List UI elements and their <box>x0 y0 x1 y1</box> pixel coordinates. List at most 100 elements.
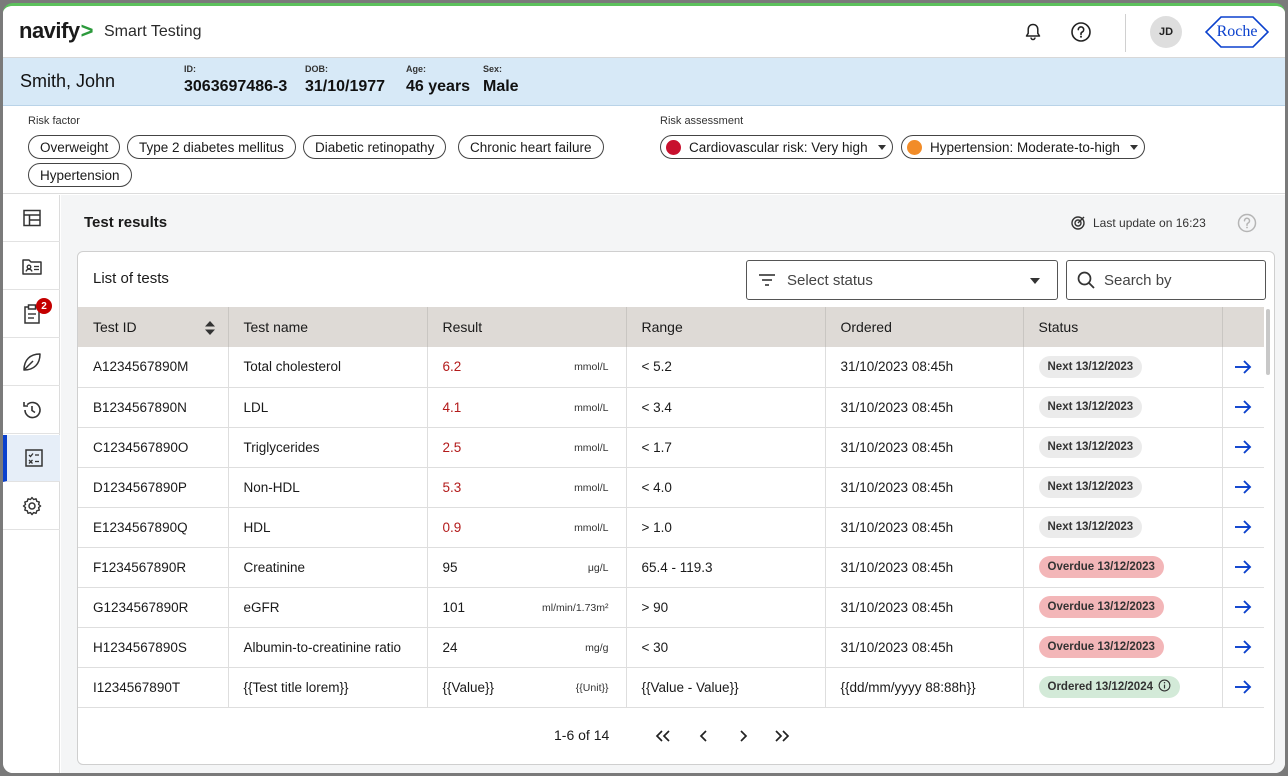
status-select[interactable]: Select status <box>746 260 1058 300</box>
status-badge-text: Overdue 13/12/2023 <box>1047 561 1155 573</box>
status-badge: Overdue 13/12/2023 <box>1038 596 1164 618</box>
table-row[interactable]: I1234567890T {{Test title lorem}} {{Value}… <box>78 667 1264 708</box>
cell-result: 4.1 mmol/L <box>427 387 627 428</box>
table-row[interactable]: G1234567890R eGFR 101 ml/min/1.73m² > 90 31/1… <box>78 587 1264 628</box>
cell-test-name: LDL <box>228 387 428 428</box>
cell-action <box>1222 587 1264 628</box>
patient-card-icon <box>21 259 42 275</box>
patient-dob-label: DOB: <box>305 64 328 74</box>
user-avatar[interactable]: JD <box>1150 16 1182 48</box>
arrow-right-icon[interactable] <box>1233 399 1253 415</box>
patient-sex-value: Male <box>483 78 519 95</box>
roche-logo: Roche <box>1204 16 1270 48</box>
page-title: Test results <box>84 214 168 231</box>
cell-status: Next 13/12/2023 <box>1023 467 1223 508</box>
sidebar-item-settings[interactable] <box>3 483 60 530</box>
bell-icon[interactable] <box>1021 20 1045 44</box>
moderate-high-dot-icon <box>907 139 922 155</box>
table-scrollbar[interactable] <box>1266 309 1270 375</box>
table-row[interactable]: C1234567890O Triglycerides 2.5 mmol/L < 1.7 3… <box>78 427 1264 468</box>
sidebar-item-orders[interactable]: 2 <box>3 291 60 338</box>
status-badge: Next 13/12/2023 <box>1038 355 1143 378</box>
cell-ordered: 31/10/2023 08:45h <box>825 627 1024 668</box>
sort-icon[interactable] <box>204 320 216 336</box>
col-range[interactable]: Range <box>626 307 826 347</box>
status-select-placeholder: Select status <box>787 271 873 289</box>
search-icon <box>1077 271 1095 289</box>
col-test-id[interactable]: Test ID <box>78 307 229 347</box>
table-row[interactable]: H1234567890S Albumin-to-creatinine ratio 2… <box>78 627 1264 668</box>
patient-id-label: ID: <box>184 64 196 74</box>
result-unit: mg/g <box>585 641 609 654</box>
patient-id: ID: 3063697486-3 <box>184 64 287 96</box>
hypertension-risk-dropdown[interactable]: Hypertension: Moderate-to-high <box>901 135 1145 159</box>
col-status[interactable]: Status <box>1023 307 1223 347</box>
search-box[interactable] <box>1066 260 1266 300</box>
first-page-button[interactable] <box>653 726 673 746</box>
cell-result: 6.2 mmol/L <box>427 347 627 388</box>
arrow-right-icon[interactable] <box>1233 439 1253 455</box>
cell-range: 65.4 - 119.3 <box>626 547 826 588</box>
cell-result: 2.5 mmol/L <box>427 427 627 468</box>
table-row[interactable]: A1234567890M Total cholesterol 6.2 mmol/L < … <box>78 347 1264 388</box>
pagination-range: 1-6 of 14 <box>554 727 610 743</box>
col-ordered[interactable]: Ordered <box>825 307 1024 347</box>
result-unit: mmol/L <box>574 481 609 494</box>
sidebar-item-test-results[interactable] <box>3 435 60 482</box>
next-page-button[interactable] <box>733 726 753 746</box>
patient-banner: Smith, John ID: 3063697486-3 DOB: 31/10/… <box>3 58 1285 106</box>
risk-chip-hypertension: Hypertension <box>28 163 132 187</box>
cell-test-name: Albumin-to-creatinine ratio <box>228 627 428 668</box>
col-test-name[interactable]: Test name <box>228 307 428 347</box>
patient-dob-value: 31/10/1977 <box>305 78 386 95</box>
risk-chip-diabetes: Type 2 diabetes mellitus <box>127 135 296 159</box>
last-page-button[interactable] <box>772 726 792 746</box>
sidebar-item-history[interactable] <box>3 387 60 434</box>
cardiovascular-risk-dropdown[interactable]: Cardiovascular risk: Very high <box>660 135 893 159</box>
help-icon[interactable] <box>1237 213 1257 238</box>
cell-action <box>1222 547 1264 588</box>
cell-result: 95 μg/L <box>427 547 627 588</box>
risk-chip-retinopathy: Diabetic retinopathy <box>303 135 447 159</box>
risk-factor-label: Risk factor <box>28 115 80 127</box>
arrow-right-icon[interactable] <box>1233 599 1253 615</box>
table-row[interactable]: F1234567890R Creatinine 95 μg/L 65.4 - 119.3… <box>78 547 1264 588</box>
table-row[interactable]: E1234567890Q HDL 0.9 mmol/L > 1.0 31/10/2023 … <box>78 507 1264 548</box>
cell-test-name: Triglycerides <box>228 427 428 468</box>
arrow-right-icon[interactable] <box>1233 559 1253 575</box>
arrow-right-icon[interactable] <box>1233 639 1253 655</box>
status-badge: Overdue 13/12/2023 <box>1038 556 1164 578</box>
cell-status: Ordered 13/12/2024 <box>1023 667 1223 708</box>
status-badge: Next 13/12/2023 <box>1038 436 1143 458</box>
arrow-right-icon[interactable] <box>1233 479 1253 495</box>
cell-range: < 5.2 <box>626 347 826 388</box>
cell-status: Overdue 13/12/2023 <box>1023 587 1223 628</box>
last-update: Last update on 16:23 <box>1070 215 1206 231</box>
sidebar-item-patient[interactable] <box>3 243 60 290</box>
navify-logo[interactable]: navify> <box>19 18 93 44</box>
patient-age: Age: 46 years <box>406 64 470 96</box>
cell-test-name: Non-HDL <box>228 467 428 508</box>
table-row[interactable]: D1234567890P Non-HDL 5.3 mmol/L < 4.0 31/10/2… <box>78 467 1264 508</box>
sidebar-item-dashboard[interactable] <box>3 195 60 242</box>
double-chevron-right-icon <box>775 730 790 742</box>
arrow-right-icon[interactable] <box>1233 679 1253 695</box>
cell-test-name: eGFR <box>228 587 428 628</box>
cell-action <box>1222 427 1264 468</box>
help-icon[interactable] <box>1069 20 1093 44</box>
status-badge-text: Overdue 13/12/2023 <box>1047 601 1155 613</box>
cell-ordered: 31/10/2023 08:45h <box>825 547 1024 588</box>
info-icon[interactable] <box>1158 679 1171 692</box>
table-row[interactable]: B1234567890N LDL 4.1 mmol/L < 3.4 31/10/2023 … <box>78 387 1264 428</box>
prev-page-button[interactable] <box>694 726 714 746</box>
sidebar-item-lifestyle[interactable] <box>3 339 60 386</box>
result-value: {{Value}} <box>442 679 495 695</box>
arrow-right-icon[interactable] <box>1233 519 1253 535</box>
cell-range: < 30 <box>626 627 826 668</box>
checklist-icon <box>24 449 43 467</box>
col-result[interactable]: Result <box>427 307 627 347</box>
cell-action <box>1222 467 1264 508</box>
arrow-right-icon[interactable] <box>1233 359 1253 375</box>
result-unit: mmol/L <box>574 401 609 414</box>
search-input[interactable] <box>1104 271 1254 289</box>
